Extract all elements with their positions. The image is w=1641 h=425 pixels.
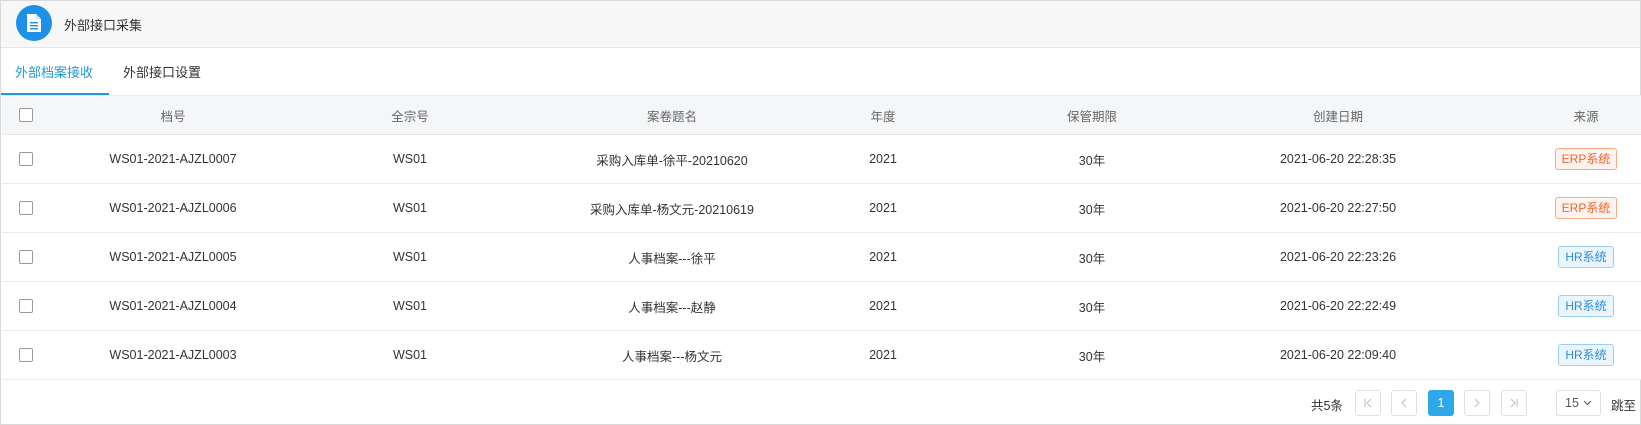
- jump-to-label: 跳至: [1611, 399, 1637, 413]
- cell-date: 2021-06-20 22:27:50: [1279, 201, 1397, 215]
- tab-external-archive-receive[interactable]: 外部档案接收: [1, 56, 109, 95]
- source-badge: ERP系统: [1554, 197, 1618, 219]
- row-select-cell: [19, 184, 33, 232]
- table-row[interactable]: WS01-2021-AJZL0007 WS01 采购入库单-徐平-2021062…: [2, 135, 1641, 184]
- chevron-left-icon: [1401, 398, 1407, 408]
- page-button-current[interactable]: 1: [1428, 390, 1454, 416]
- cell-dh: WS01-2021-AJZL0005: [109, 250, 237, 264]
- column-header-title: 案卷题名: [646, 109, 697, 124]
- cell-period: 30年: [1078, 349, 1106, 364]
- chevron-right-icon: [1474, 398, 1480, 408]
- cell-title: 人事档案---赵静: [628, 300, 716, 315]
- row-checkbox[interactable]: [19, 299, 33, 313]
- column-header-qzh: 全宗号: [391, 109, 429, 124]
- cell-qzh: WS01: [392, 299, 428, 313]
- column-header-year: 年度: [870, 109, 896, 124]
- cell-qzh: WS01: [392, 348, 428, 362]
- page-size-select[interactable]: 15: [1556, 390, 1601, 416]
- source-badge: ERP系统: [1554, 148, 1618, 170]
- cell-year: 2021: [869, 250, 897, 264]
- row-checkbox[interactable]: [19, 152, 33, 166]
- cell-dh: WS01-2021-AJZL0006: [109, 201, 237, 215]
- cell-year: 2021: [869, 348, 897, 362]
- cell-year: 2021: [869, 201, 897, 215]
- first-page-button[interactable]: [1355, 390, 1381, 416]
- row-checkbox[interactable]: [19, 348, 33, 362]
- pagination-total: 共5条: [1311, 399, 1343, 413]
- source-cell: ERP系统: [1536, 135, 1636, 183]
- select-all-cell: [19, 96, 33, 134]
- cell-period: 30年: [1078, 300, 1106, 315]
- last-page-button[interactable]: [1501, 390, 1527, 416]
- cell-date: 2021-06-20 22:23:26: [1279, 250, 1397, 264]
- source-badge: HR系统: [1558, 246, 1614, 268]
- row-select-cell: [19, 135, 33, 183]
- source-cell: ERP系统: [1536, 184, 1636, 232]
- column-header-dh: 档号: [160, 109, 186, 124]
- row-checkbox[interactable]: [19, 250, 33, 264]
- column-header-source: 来源: [1573, 109, 1599, 124]
- cell-qzh: WS01: [392, 250, 428, 264]
- source-cell: HR系统: [1536, 282, 1636, 330]
- cell-dh: WS01-2021-AJZL0003: [109, 348, 237, 362]
- cell-period: 30年: [1078, 251, 1106, 266]
- source-badge: HR系统: [1558, 344, 1614, 366]
- cell-title: 人事档案---徐平: [628, 251, 716, 266]
- chevron-down-icon: [1583, 400, 1592, 406]
- cell-title: 采购入库单-杨文元-20210619: [590, 202, 754, 217]
- next-page-button[interactable]: [1464, 390, 1490, 416]
- cell-period: 30年: [1078, 202, 1106, 217]
- table-row[interactable]: WS01-2021-AJZL0004 WS01 人事档案---赵静 2021 3…: [2, 282, 1641, 331]
- row-select-cell: [19, 331, 33, 379]
- page-header: 外部接口采集: [1, 1, 1640, 48]
- cell-date: 2021-06-20 22:28:35: [1279, 152, 1397, 166]
- cell-title: 人事档案---杨文元: [622, 349, 722, 364]
- table-header: 档号 全宗号 案卷题名 年度 保管期限 创建日期 来源: [2, 95, 1641, 135]
- app-frame: 外部接口采集 外部档案接收 外部接口设置 档号 全宗号 案卷题名 年度 保管期限…: [0, 0, 1641, 425]
- tab-external-interface-settings[interactable]: 外部接口设置: [123, 56, 201, 95]
- cell-dh: WS01-2021-AJZL0007: [109, 152, 237, 166]
- document-icon: [16, 5, 52, 41]
- row-select-cell: [19, 233, 33, 281]
- table-row[interactable]: WS01-2021-AJZL0006 WS01 采购入库单-杨文元-202106…: [2, 184, 1641, 233]
- cell-date: 2021-06-20 22:09:40: [1279, 348, 1397, 362]
- select-all-checkbox[interactable]: [19, 108, 33, 122]
- cell-qzh: WS01: [392, 152, 428, 166]
- row-select-cell: [19, 282, 33, 330]
- cell-dh: WS01-2021-AJZL0004: [109, 299, 237, 313]
- tab-bar: 外部档案接收 外部接口设置: [1, 56, 1640, 95]
- cell-year: 2021: [869, 152, 897, 166]
- column-header-period: 保管期限: [1066, 109, 1117, 124]
- column-header-date: 创建日期: [1312, 109, 1363, 124]
- page-title: 外部接口采集: [64, 18, 143, 33]
- source-badge: HR系统: [1558, 295, 1614, 317]
- cell-qzh: WS01: [392, 201, 428, 215]
- cell-title: 采购入库单-徐平-20210620: [596, 153, 748, 168]
- source-cell: HR系统: [1536, 331, 1636, 379]
- page-size-value: 15: [1565, 396, 1579, 410]
- last-page-icon: [1510, 398, 1518, 408]
- first-page-icon: [1364, 398, 1372, 408]
- prev-page-button[interactable]: [1391, 390, 1417, 416]
- cell-period: 30年: [1078, 153, 1106, 168]
- row-checkbox[interactable]: [19, 201, 33, 215]
- table-row[interactable]: WS01-2021-AJZL0005 WS01 人事档案---徐平 2021 3…: [2, 233, 1641, 282]
- source-cell: HR系统: [1536, 233, 1636, 281]
- cell-date: 2021-06-20 22:22:49: [1279, 299, 1397, 313]
- cell-year: 2021: [869, 299, 897, 313]
- table-row[interactable]: WS01-2021-AJZL0003 WS01 人事档案---杨文元 2021 …: [2, 331, 1641, 380]
